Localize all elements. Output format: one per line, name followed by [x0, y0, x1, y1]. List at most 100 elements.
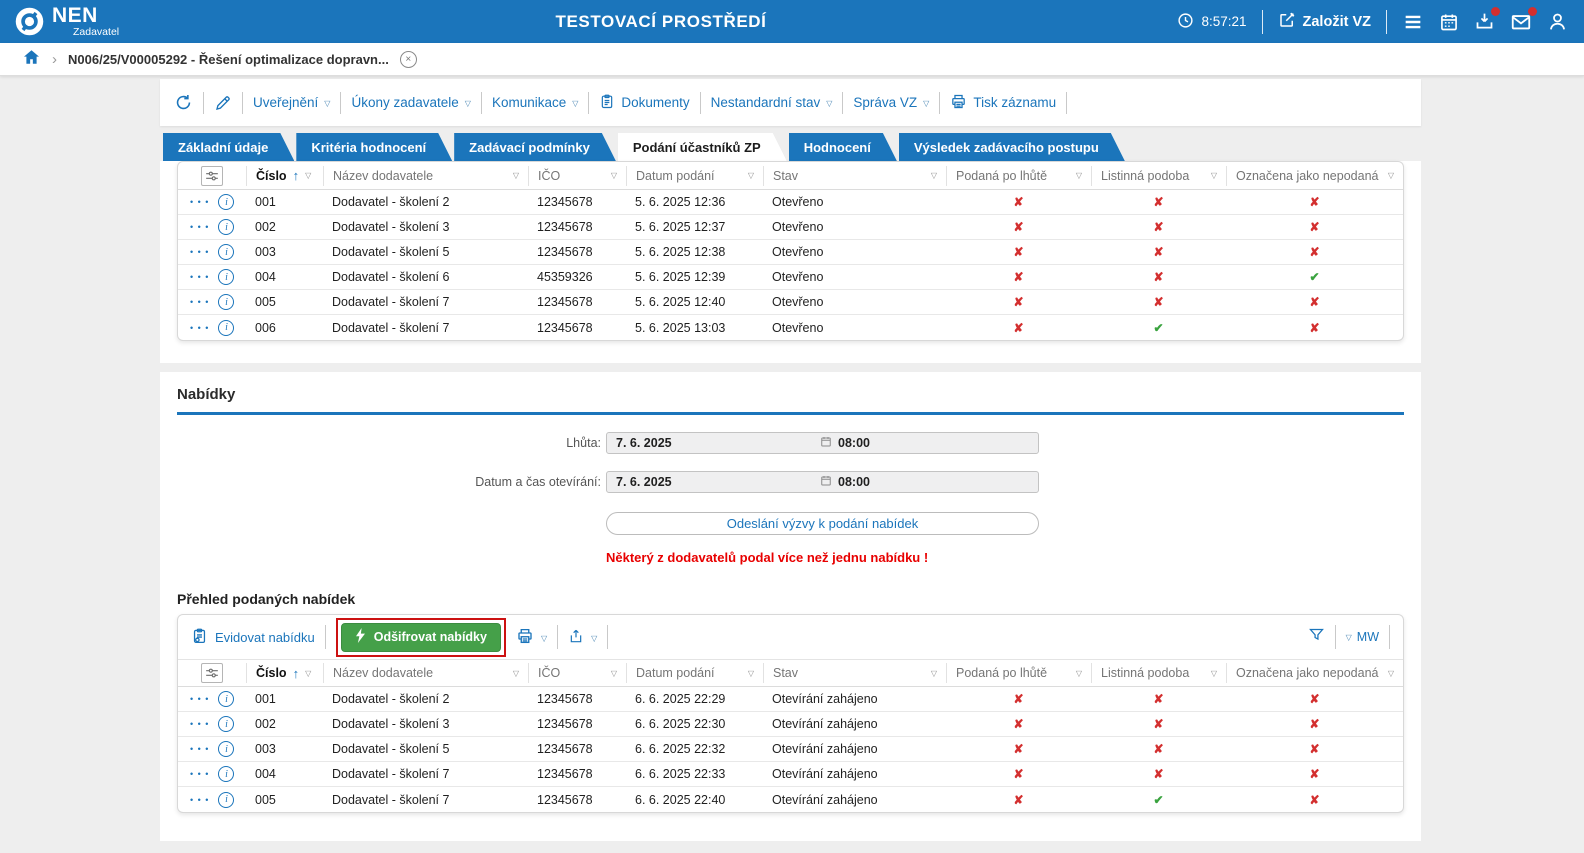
column-header-cislo[interactable]: Číslo ↑ ▽	[246, 165, 323, 186]
column-header-cislo[interactable]: Číslo ↑ ▽	[246, 663, 323, 683]
send-invite-button[interactable]: Odeslání výzvy k podání nabídek	[606, 512, 1039, 535]
toolbar-item-uverejneni[interactable]: Uveřejnění	[253, 95, 330, 110]
info-icon[interactable]	[218, 219, 235, 235]
edit-icon[interactable]	[214, 94, 232, 112]
filter-caret-icon[interactable]: ▽	[748, 669, 754, 678]
info-icon[interactable]	[218, 194, 235, 210]
column-settings-icon[interactable]	[201, 663, 223, 683]
opening-time-value[interactable]: 08:00	[838, 475, 870, 489]
column-header-oznacena-jako-nepodana[interactable]: Označena jako nepodaná ▽	[1226, 663, 1403, 683]
column-settings-header	[178, 663, 246, 683]
column-header-listinna-podoba[interactable]: Listinná podoba ▽	[1091, 165, 1226, 186]
document-icon	[599, 93, 615, 113]
column-header-nazev-dodavatele[interactable]: Název dodavatele ▽	[323, 663, 528, 683]
toolbar-item-ukony-zadavatele[interactable]: Úkony zadavatele	[351, 95, 470, 110]
toolbar-item-dokumenty[interactable]: Dokumenty	[599, 93, 690, 113]
column-header-ico[interactable]: IČO ▽	[528, 165, 626, 186]
tab-hodnoceni[interactable]: Hodnocení	[789, 133, 897, 161]
column-header-datum-podani[interactable]: Datum podání ▽	[626, 663, 763, 683]
filter-caret-icon[interactable]: ▽	[611, 171, 617, 180]
column-header-ico[interactable]: IČO ▽	[528, 663, 626, 683]
filter-caret-icon[interactable]: ▽	[305, 171, 311, 180]
filter-caret-icon[interactable]: ▽	[1076, 669, 1082, 678]
deadline-date-value[interactable]: 7. 6. 2025	[616, 436, 820, 450]
print-menu-button[interactable]	[516, 627, 547, 648]
export-menu-button[interactable]	[568, 627, 597, 648]
deadline-field[interactable]: 7. 6. 2025 08:00	[606, 432, 1039, 454]
toolbar-item-tisk-zaznamu[interactable]: Tisk záznamu	[950, 93, 1056, 113]
row-menu-icon[interactable]	[190, 247, 209, 257]
info-icon[interactable]	[218, 244, 235, 260]
filter-caret-icon[interactable]: ▽	[748, 171, 754, 180]
tab-kriteria-hodnoceni[interactable]: Kritéria hodnocení	[296, 133, 452, 161]
info-icon[interactable]	[218, 766, 235, 782]
toolbar-item-nestandardni-stav[interactable]: Nestandardní stav	[711, 95, 833, 110]
cell-cislo: 004	[255, 270, 276, 284]
row-menu-icon[interactable]	[190, 222, 209, 232]
filter-icon[interactable]	[1308, 626, 1325, 648]
register-offer-button[interactable]: Evidovat nabídku	[191, 627, 315, 648]
row-menu-icon[interactable]	[190, 744, 209, 754]
deadline-time-value[interactable]: 08:00	[838, 436, 870, 450]
cell-nazev-dodavatele: Dodavatel - školení 2	[332, 692, 450, 706]
close-icon[interactable]: ×	[399, 50, 417, 68]
nen-logo[interactable]: NEN Zadavatel	[0, 5, 119, 38]
tab-vysledek-zadavaciho-postupu[interactable]: Výsledek zadávacího postupu	[899, 133, 1125, 161]
mw-view-button[interactable]: MW	[1346, 630, 1379, 644]
filter-caret-icon[interactable]: ▽	[1211, 669, 1217, 678]
column-header-stav[interactable]: Stav ▽	[763, 663, 946, 683]
toolbar-item-komunikace[interactable]: Komunikace	[492, 95, 578, 110]
filter-caret-icon[interactable]: ▽	[305, 669, 311, 678]
column-header-listinna-podoba[interactable]: Listinná podoba ▽	[1091, 663, 1226, 683]
row-menu-icon[interactable]	[190, 323, 209, 333]
filter-caret-icon[interactable]: ▽	[1076, 171, 1082, 180]
breadcrumb-item[interactable]: N006/25/V00005292 - Řešení optimalizace …	[68, 52, 389, 67]
column-header-podana-po-lhute[interactable]: Podaná po lhůtě ▽	[946, 165, 1091, 186]
info-icon[interactable]	[218, 294, 235, 310]
info-icon[interactable]	[218, 691, 235, 707]
decrypt-offers-button[interactable]: Odšifrovat nabídky	[340, 622, 501, 652]
row-menu-icon[interactable]	[190, 694, 209, 704]
tab-zadavaci-podminky[interactable]: Zadávací podmínky	[454, 133, 616, 161]
filter-caret-icon[interactable]: ▽	[513, 669, 519, 678]
calendar-icon[interactable]	[1439, 12, 1459, 32]
messages-icon[interactable]	[1510, 6, 1537, 33]
column-settings-icon[interactable]	[201, 165, 223, 186]
create-vz-button[interactable]: Založit VZ	[1278, 11, 1371, 33]
filter-caret-icon[interactable]: ▽	[1388, 171, 1394, 180]
row-menu-icon[interactable]	[190, 769, 209, 779]
column-header-podana-po-lhute[interactable]: Podaná po lhůtě ▽	[946, 663, 1091, 683]
column-header-oznacena-jako-nepodana[interactable]: Označena jako nepodaná ▽	[1226, 165, 1403, 186]
downloads-icon[interactable]	[1474, 7, 1500, 32]
column-header-nazev-dodavatele[interactable]: Název dodavatele ▽	[323, 165, 528, 186]
filter-caret-icon[interactable]: ▽	[931, 171, 937, 180]
info-icon[interactable]	[218, 269, 235, 285]
filter-caret-icon[interactable]: ▽	[513, 171, 519, 180]
sort-asc-icon[interactable]: ↑	[293, 168, 300, 183]
row-menu-icon[interactable]	[190, 795, 209, 805]
row-menu-icon[interactable]	[190, 197, 209, 207]
tab-zakladni-udaje[interactable]: Základní údaje	[163, 133, 294, 161]
info-icon[interactable]	[218, 791, 235, 808]
column-header-datum-podani[interactable]: Datum podání ▽	[626, 165, 763, 186]
row-menu-icon[interactable]	[190, 272, 209, 282]
refresh-icon[interactable]	[174, 93, 193, 112]
column-header-stav[interactable]: Stav ▽	[763, 165, 946, 186]
row-menu-icon[interactable]	[190, 719, 209, 729]
opening-date-value[interactable]: 7. 6. 2025	[616, 475, 820, 489]
menu-icon[interactable]	[1402, 11, 1424, 33]
home-icon[interactable]	[22, 48, 41, 71]
filter-caret-icon[interactable]: ▽	[1388, 669, 1394, 678]
row-menu-icon[interactable]	[190, 297, 209, 307]
filter-caret-icon[interactable]: ▽	[1211, 171, 1217, 180]
opening-field[interactable]: 7. 6. 2025 08:00	[606, 471, 1039, 493]
toolbar-item-sprava-vz[interactable]: Správa VZ	[853, 95, 929, 110]
info-icon[interactable]	[218, 716, 235, 732]
sort-asc-icon[interactable]: ↑	[293, 666, 300, 681]
info-icon[interactable]	[218, 319, 235, 336]
tab-podani-ucastniku-zp[interactable]: Podání účastníků ZP	[618, 133, 787, 161]
filter-caret-icon[interactable]: ▽	[611, 669, 617, 678]
filter-caret-icon[interactable]: ▽	[931, 669, 937, 678]
info-icon[interactable]	[218, 741, 235, 757]
user-icon[interactable]	[1547, 11, 1568, 32]
